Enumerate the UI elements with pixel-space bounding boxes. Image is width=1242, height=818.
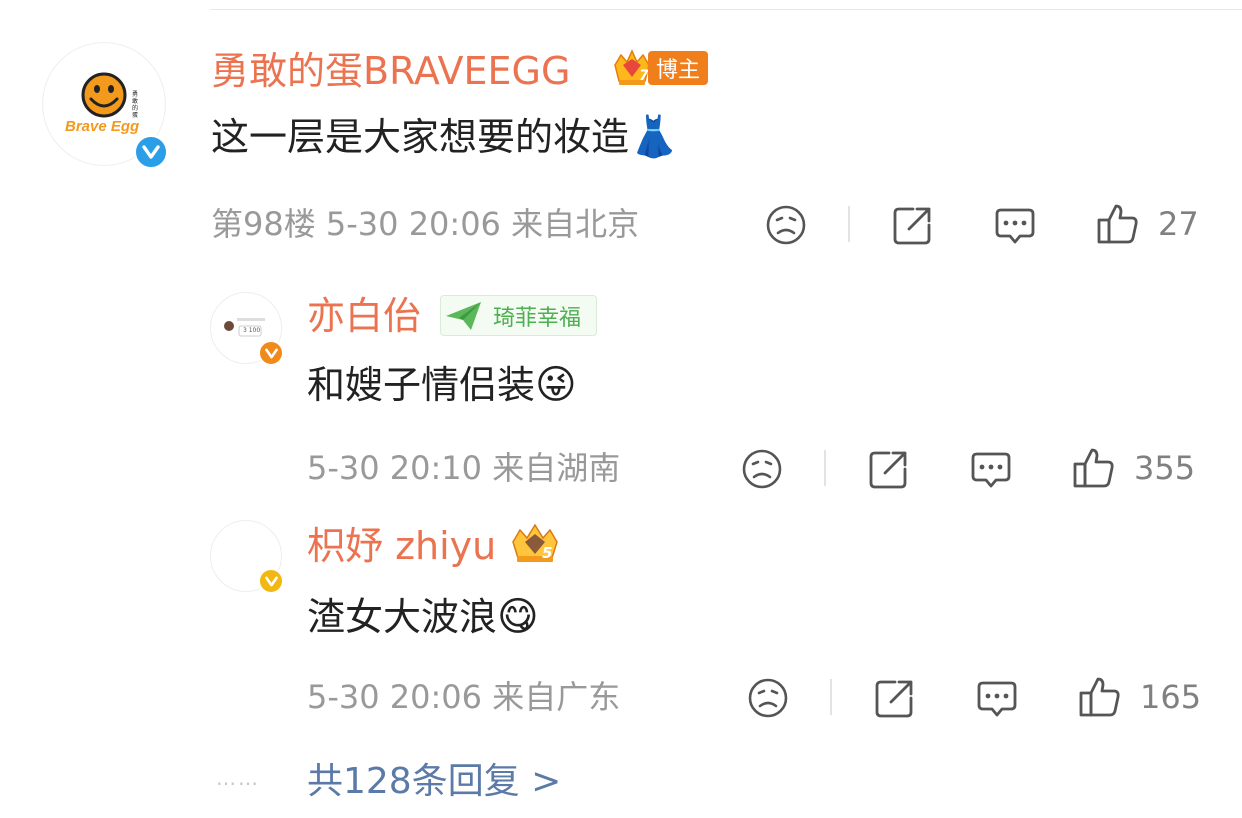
- yum-emoji: 😋: [497, 594, 539, 640]
- comment-text: 和嫂子情侣装: [307, 363, 536, 407]
- share-icon[interactable]: [891, 203, 935, 251]
- main-comment-text: 这一层是大家想要的妆造👗: [211, 113, 679, 161]
- like-count: 27: [1158, 205, 1199, 243]
- top-divider: [210, 9, 1242, 10]
- comment-text: 渣女大波浪: [307, 595, 498, 639]
- verified-badge-icon: [258, 568, 284, 594]
- action-divider: [848, 206, 850, 242]
- more-replies-link[interactable]: 共128条回复 >: [307, 760, 561, 804]
- dislike-icon[interactable]: [765, 204, 807, 250]
- crown-level-icon: 7: [611, 47, 653, 89]
- like-count: 165: [1140, 678, 1202, 716]
- share-icon[interactable]: [873, 676, 917, 724]
- avatar-logo-vertical-text: 勇敢的蛋: [132, 91, 139, 119]
- reply-text: 渣女大波浪😋: [307, 592, 539, 642]
- reply-username[interactable]: 枳妤 zhiyu: [307, 523, 496, 569]
- like-icon[interactable]: [1077, 674, 1121, 722]
- blogger-badge: 博主: [648, 51, 708, 85]
- main-comment-meta: 第98楼 5-30 20:06 来自北京: [211, 205, 640, 243]
- reply-username[interactable]: 亦白佁: [307, 293, 421, 339]
- wink-tongue-emoji: 😜: [535, 362, 577, 408]
- main-comment-username[interactable]: 勇敢的蛋BRAVEEGG: [211, 49, 570, 93]
- verified-badge-icon: [258, 340, 284, 366]
- crown-level-icon: 5: [507, 520, 563, 566]
- blogger-badge-label: 博主: [655, 58, 700, 83]
- reply-meta: 5-30 20:06 来自广东: [307, 678, 621, 716]
- paper-plane-icon: [446, 301, 481, 330]
- dress-emoji: 👗: [629, 114, 679, 160]
- avatar-logo-text: Brave Egg: [65, 118, 140, 135]
- fan-badge-label: 琦菲幸福: [493, 305, 582, 331]
- fan-badge: 琦菲幸福: [440, 295, 597, 336]
- crown-level-number: 5: [542, 544, 553, 562]
- action-divider: [824, 450, 826, 486]
- share-icon[interactable]: [867, 447, 911, 495]
- ellipsis-dots: ……: [216, 766, 260, 790]
- comment-icon[interactable]: [975, 677, 1019, 725]
- verified-badge-icon: [134, 135, 168, 169]
- action-divider: [830, 679, 832, 715]
- comment-text: 这一层是大家想要的妆造: [211, 115, 630, 159]
- avatar-caption: 3 100: [243, 327, 261, 334]
- comment-icon[interactable]: [993, 204, 1037, 252]
- like-icon[interactable]: [1095, 201, 1139, 249]
- dislike-icon[interactable]: [741, 448, 783, 494]
- like-icon[interactable]: [1071, 445, 1115, 493]
- reply-text: 和嫂子情侣装😜: [307, 360, 577, 410]
- like-count: 355: [1134, 449, 1196, 487]
- reply-meta: 5-30 20:10 来自湖南: [307, 449, 621, 487]
- comment-icon[interactable]: [969, 448, 1013, 496]
- dislike-icon[interactable]: [747, 677, 789, 723]
